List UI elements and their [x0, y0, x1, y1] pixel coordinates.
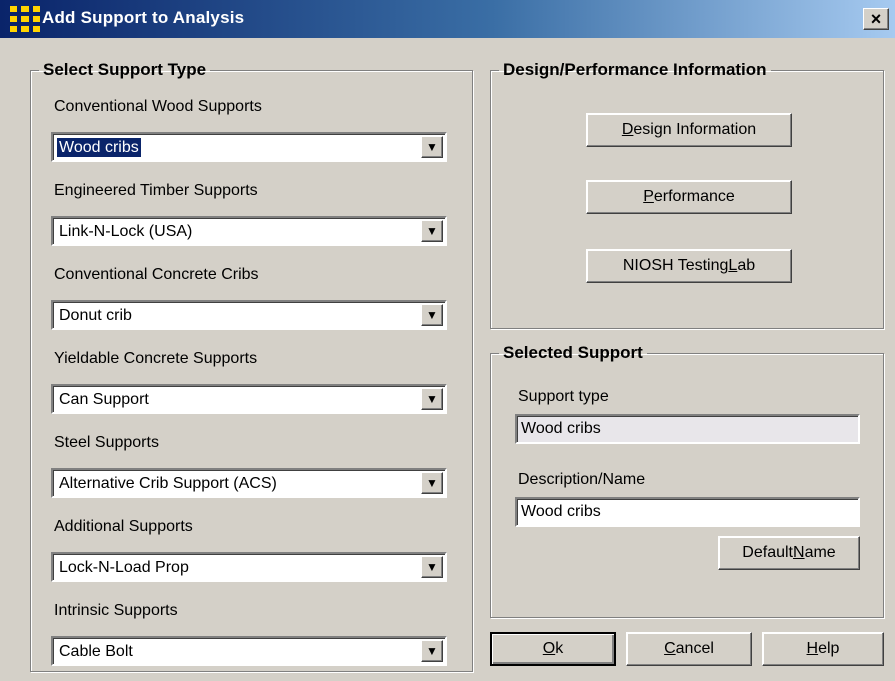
- cancel-button[interactable]: Cancel: [626, 632, 752, 666]
- support-type-value: Wood cribs: [521, 420, 601, 437]
- performance-button[interactable]: Performance: [586, 180, 792, 214]
- default-name-button[interactable]: Default Name: [718, 536, 860, 570]
- ok-button[interactable]: Ok: [490, 632, 616, 666]
- dropdown-selected-value: Donut crib: [59, 307, 132, 324]
- chevron-down-icon[interactable]: ▼: [421, 136, 443, 158]
- support-category-dropdown[interactable]: Wood cribs ▼: [51, 132, 447, 162]
- app-icon: [10, 6, 40, 32]
- chevron-down-icon[interactable]: ▼: [421, 220, 443, 242]
- support-category-label: Engineered Timber Supports: [54, 182, 258, 199]
- description-name-value: Wood cribs: [521, 503, 601, 520]
- support-category-dropdown[interactable]: Lock-N-Load Prop ▼: [51, 552, 447, 582]
- support-category-dropdown[interactable]: Can Support ▼: [51, 384, 447, 414]
- title-bar: Add Support to Analysis ×: [0, 0, 895, 38]
- dropdown-selected-value: Alternative Crib Support (ACS): [59, 475, 277, 492]
- support-category-label: Additional Supports: [54, 518, 193, 535]
- description-name-input[interactable]: Wood cribs: [515, 497, 860, 527]
- support-category-label: Conventional Concrete Cribs: [54, 266, 259, 283]
- dropdown-selected-value: Link-N-Lock (USA): [59, 223, 193, 240]
- dropdown-selected-value: Wood cribs: [56, 137, 142, 158]
- support-category-label: Conventional Wood Supports: [54, 98, 262, 115]
- selected-support-legend: Selected Support: [503, 343, 643, 362]
- chevron-down-icon[interactable]: ▼: [421, 304, 443, 326]
- close-icon: ×: [870, 9, 882, 29]
- support-category-label: Yieldable Concrete Supports: [54, 350, 258, 367]
- chevron-down-icon[interactable]: ▼: [421, 388, 443, 410]
- description-name-label: Description/Name: [518, 471, 646, 488]
- window-title: Add Support to Analysis: [42, 8, 245, 27]
- chevron-down-icon[interactable]: ▼: [421, 472, 443, 494]
- support-type-label: Support type: [518, 388, 609, 405]
- chevron-down-icon[interactable]: ▼: [421, 556, 443, 578]
- support-category-dropdown[interactable]: Alternative Crib Support (ACS) ▼: [51, 468, 447, 498]
- support-category-dropdown[interactable]: Link-N-Lock (USA) ▼: [51, 216, 447, 246]
- dropdown-selected-value: Can Support: [59, 391, 149, 408]
- design-information-button[interactable]: Design Information: [586, 113, 792, 147]
- dropdown-selected-value: Lock-N-Load Prop: [59, 559, 189, 576]
- help-button[interactable]: Help: [762, 632, 884, 666]
- chevron-down-icon[interactable]: ▼: [421, 640, 443, 662]
- support-category-label: Intrinsic Supports: [54, 602, 178, 619]
- dropdown-selected-value: Cable Bolt: [59, 643, 133, 660]
- close-button[interactable]: ×: [863, 8, 889, 30]
- support-category-label: Steel Supports: [54, 434, 159, 451]
- support-type-field: Wood cribs: [515, 414, 860, 444]
- design-performance-legend: Design/Performance Information: [503, 60, 767, 79]
- support-category-dropdown[interactable]: Cable Bolt ▼: [51, 636, 447, 666]
- niosh-testing-lab-button[interactable]: NIOSH Testing Lab: [586, 249, 792, 283]
- select-support-type-legend: Select Support Type: [43, 60, 207, 79]
- support-category-dropdown[interactable]: Donut crib ▼: [51, 300, 447, 330]
